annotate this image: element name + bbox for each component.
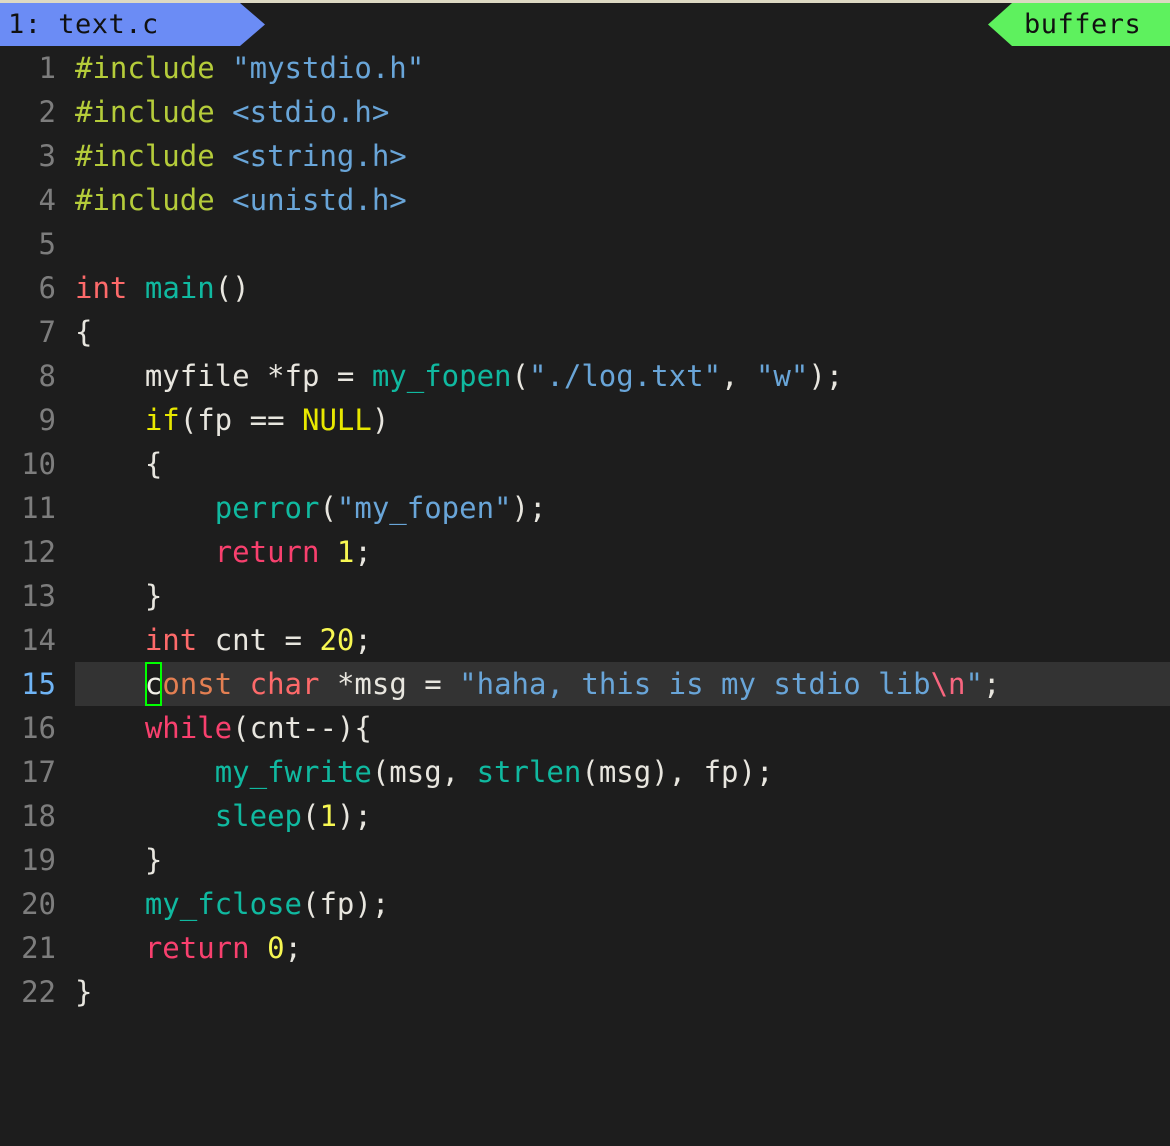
code-line-current[interactable]: 15 const char *msg = "haha, this is my s… (0, 662, 1170, 706)
line-number: 10 (21, 447, 56, 481)
line-text: } (75, 975, 93, 1009)
line-text: #include <unistd.h> (75, 183, 407, 217)
line-text: } (75, 843, 163, 877)
line-number: 12 (21, 535, 56, 569)
line-number: 17 (21, 755, 56, 789)
line-number: 16 (21, 711, 56, 745)
line-text: sleep(1); (214, 799, 372, 833)
line-text: { (75, 447, 163, 481)
line-number: 1 (38, 51, 56, 85)
block-cursor: c (144, 662, 163, 706)
tabline: 1: text.c buffers (0, 3, 1170, 46)
line-text: { (75, 315, 93, 349)
code-line[interactable]: 18 sleep(1); (0, 794, 1170, 838)
line-number: 21 (21, 931, 56, 965)
code-line[interactable]: 12 return 1; (0, 530, 1170, 574)
line-text: int cnt = 20; (144, 623, 372, 657)
line-number: 18 (21, 799, 56, 833)
line-text: if(fp == NULL) (144, 403, 390, 437)
code-line[interactable]: 8 myfile *fp = my_fopen("./log.txt", "w"… (0, 354, 1170, 398)
code-editor[interactable]: 1 #include "mystdio.h" 2 #include <stdio… (0, 46, 1170, 1015)
line-number: 5 (38, 227, 56, 261)
line-number: 19 (21, 843, 56, 877)
tab-buffers[interactable]: buffers (988, 3, 1170, 46)
line-text: #include <string.h> (75, 139, 407, 173)
line-text: my_fclose(fp); (144, 887, 390, 921)
line-number: 3 (38, 139, 56, 173)
line-number: 15 (21, 667, 56, 701)
code-line[interactable]: 7 { (0, 310, 1170, 354)
code-line[interactable]: 1 #include "mystdio.h" (0, 46, 1170, 90)
line-number: 22 (21, 975, 56, 1009)
line-number: 14 (21, 623, 56, 657)
code-line[interactable]: 21 return 0; (0, 926, 1170, 970)
line-text: myfile *fp = my_fopen("./log.txt", "w"); (75, 359, 844, 393)
code-line[interactable]: 2 #include <stdio.h> (0, 90, 1170, 134)
line-number: 20 (21, 887, 56, 921)
line-text: } (75, 579, 163, 613)
code-line[interactable]: 14 int cnt = 20; (0, 618, 1170, 662)
code-line[interactable]: 11 perror("my_fopen"); (0, 486, 1170, 530)
line-text: return 0; (144, 931, 303, 965)
code-line[interactable]: 20 my_fclose(fp); (0, 882, 1170, 926)
code-line[interactable]: 22 } (0, 970, 1170, 1014)
tab-text-c[interactable]: 1: text.c (0, 3, 265, 46)
line-text: return 1; (214, 535, 372, 569)
line-number: 8 (38, 359, 56, 393)
line-text: const char *msg = "haha, this is my stdi… (75, 662, 1000, 706)
line-text: int main() (75, 271, 250, 305)
code-line[interactable]: 4 #include <unistd.h> (0, 178, 1170, 222)
code-line[interactable]: 10 { (0, 442, 1170, 486)
tab-buffers-label: buffers (1024, 9, 1142, 40)
code-line[interactable]: 5 (0, 222, 1170, 266)
code-line[interactable]: 13 } (0, 574, 1170, 618)
code-line[interactable]: 16 while(cnt--){ (0, 706, 1170, 750)
code-line[interactable]: 17 my_fwrite(msg, strlen(msg), fp); (0, 750, 1170, 794)
line-text: #include "mystdio.h" (75, 51, 425, 85)
code-line[interactable]: 6 int main() (0, 266, 1170, 310)
line-number: 9 (38, 403, 56, 437)
line-text: #include <stdio.h> (75, 95, 390, 129)
line-number: 4 (38, 183, 56, 217)
line-text: while(cnt--){ (144, 711, 372, 745)
line-number: 7 (38, 315, 56, 349)
line-text: my_fwrite(msg, strlen(msg), fp); (214, 755, 774, 789)
line-number: 13 (21, 579, 56, 613)
line-number: 6 (38, 271, 56, 305)
line-number: 11 (21, 491, 56, 525)
line-number: 2 (38, 95, 56, 129)
line-text: perror("my_fopen"); (214, 491, 547, 525)
tab-active-label: 1: text.c (8, 9, 159, 40)
code-line[interactable]: 19 } (0, 838, 1170, 882)
code-line[interactable]: 3 #include <string.h> (0, 134, 1170, 178)
code-line[interactable]: 9 if(fp == NULL) (0, 398, 1170, 442)
